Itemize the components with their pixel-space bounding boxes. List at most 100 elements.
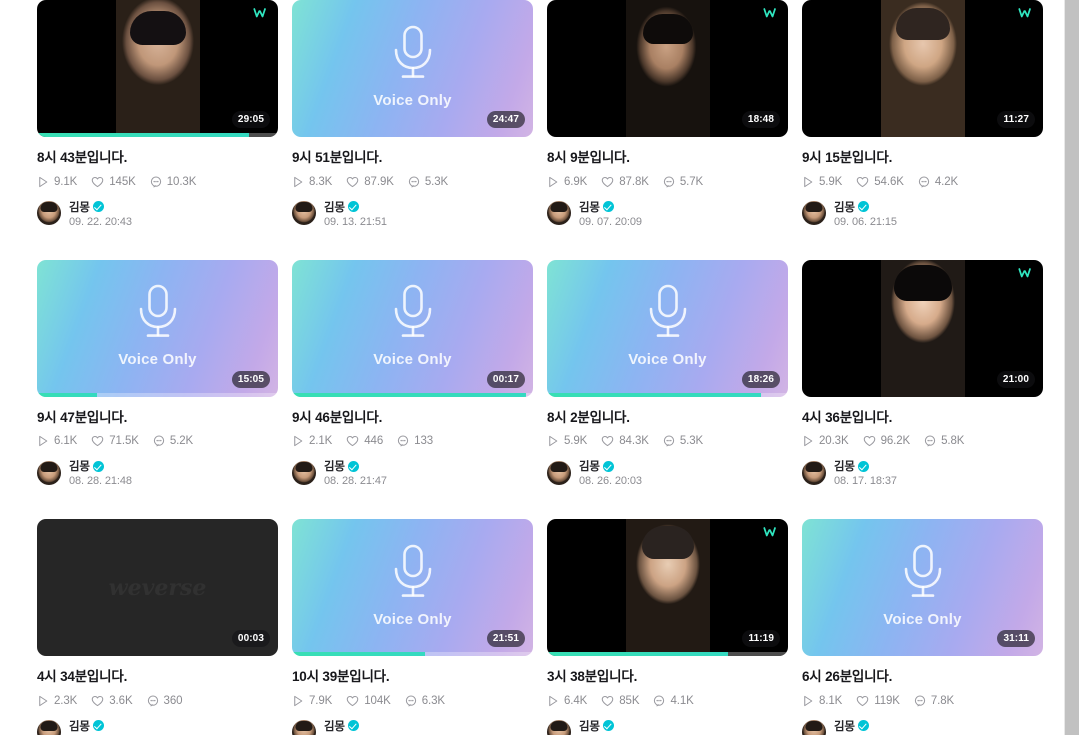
vertical-scrollbar-thumb[interactable] [1065,0,1079,735]
avatar[interactable] [37,720,61,735]
avatar[interactable] [547,460,571,485]
video-thumbnail[interactable]: weverse 00:03 [37,519,278,657]
author-name[interactable]: 김몽 [69,458,90,474]
author-row[interactable]: 김몽 09. 13. 21:51 [292,199,533,228]
heart-icon [91,176,104,188]
author-name[interactable]: 김몽 [324,458,345,474]
author-name[interactable]: 김몽 [579,458,600,474]
author-name[interactable]: 김몽 [579,718,600,734]
play-count-group: 9.1K [37,176,77,188]
video-title[interactable]: 8시 2분입니다. [547,409,788,427]
play-icon [37,695,49,707]
author-row[interactable]: 김몽 08. 28. 21:47 [292,458,533,487]
like-count: 87.9K [364,175,394,188]
author-row[interactable]: 김몽 09. 07. 20:09 [547,199,788,228]
video-card[interactable]: 11:19 3시 38분입니다. 6.4K 85K 4.1K 김몽08. 10. 16:3… [547,519,788,735]
video-thumbnail[interactable]: Voice Only 15:05 [37,259,278,397]
video-card[interactable]: Voice Only 31:11 6시 26분입니다. 8.1K 119K 7.8K 김몽0… [802,519,1043,735]
video-thumbnail[interactable]: Voice Only 21:51 [292,519,533,657]
video-title[interactable]: 9시 51분입니다. [292,149,533,167]
author-row[interactable]: 김몽 09. 22. 20:43 [37,199,278,228]
author-row[interactable]: 김몽08. 17. 18:35 [37,718,278,735]
video-title[interactable]: 4시 34분입니다. [37,668,278,686]
video-thumbnail[interactable]: 29:05 [37,0,278,137]
comment-count: 10.3K [166,175,197,188]
video-title[interactable]: 10시 39분입니다. [292,668,533,686]
watch-progress-track [37,133,278,137]
play-count: 20.3K [819,435,849,448]
avatar[interactable] [802,460,826,485]
author-name[interactable]: 김몽 [324,718,345,734]
video-stats: 2.3K 3.6K 360 [37,695,278,707]
comment-count: 5.2K [169,435,194,448]
video-stats: 20.3K 96.2K 5.8K [802,435,1043,447]
video-card[interactable]: 11:27 9시 15분입니다. 5.9K 54.6K 4.2K 김몽 09. 06. 21… [802,0,1043,260]
video-card[interactable]: Voice Only 15:05 9시 47분입니다. 6.1K 71.5K 5.2K 김몽… [37,259,278,520]
video-title[interactable]: 8시 43분입니다. [37,149,278,167]
video-card[interactable]: 18:48 8시 9분입니다. 6.9K 87.8K 5.7K 김몽 09. 07. 20:… [547,0,788,260]
author-row[interactable]: 김몽08. 10. 16:39 [547,718,788,735]
play-count: 8.1K [819,694,843,707]
like-count: 119K [874,694,900,707]
video-title[interactable]: 8시 9분입니다. [547,149,788,167]
author-name[interactable]: 김몽 [579,199,600,215]
video-thumbnail[interactable]: 11:19 [547,519,788,657]
comment-icon [408,176,420,188]
video-title[interactable]: 9시 47분입니다. [37,409,278,427]
author-name[interactable]: 김몽 [834,718,855,734]
avatar[interactable] [547,720,571,735]
video-title[interactable]: 4시 36분입니다. [802,409,1043,427]
voice-only-label: Voice Only [373,351,452,369]
microphone-icon [645,284,691,347]
video-card[interactable]: 21:00 4시 36분입니다. 20.3K 96.2K 5.8K 김몽 08. 17. 1… [802,259,1043,520]
avatar[interactable] [292,460,316,485]
like-count: 85K [619,694,640,707]
author-name[interactable]: 김몽 [834,458,855,474]
author-name[interactable]: 김몽 [69,718,90,734]
video-card[interactable]: Voice Only 18:26 8시 2분입니다. 5.9K 84.3K 5.3K 김몽 0… [547,259,788,520]
author-name[interactable]: 김몽 [834,199,855,215]
verified-badge-icon [92,720,104,732]
avatar[interactable] [547,201,571,226]
play-count: 9.1K [54,175,78,188]
avatar[interactable] [802,720,826,735]
heart-icon [91,695,104,707]
heart-icon [346,176,359,188]
author-row[interactable]: 김몽08. 13. 22:40 [292,718,533,735]
author-name[interactable]: 김몽 [69,199,90,215]
author-row[interactable]: 김몽 09. 06. 21:15 [802,199,1043,228]
avatar[interactable] [37,201,61,226]
avatar[interactable] [292,720,316,735]
duration-badge: 24:47 [486,111,525,128]
video-thumbnail[interactable]: Voice Only 24:47 [292,0,533,137]
voice-only-label: Voice Only [883,610,962,628]
author-row[interactable]: 김몽 08. 28. 21:48 [37,458,278,487]
avatar[interactable] [802,201,826,226]
video-thumbnail[interactable]: 21:00 [802,259,1043,397]
author-row[interactable]: 김몽08. 08. 18:26 [802,718,1043,735]
video-title[interactable]: 9시 46분입니다. [292,409,533,427]
video-thumbnail[interactable]: Voice Only 31:11 [802,519,1043,657]
vertical-scrollbar-track[interactable] [1064,0,1080,735]
video-card[interactable]: 29:05 8시 43분입니다. 9.1K 145K 10.3K 김몽 09. 22. 20… [37,0,278,260]
avatar[interactable] [37,460,61,485]
video-thumbnail[interactable]: 11:27 [802,0,1043,137]
video-title[interactable]: 6시 26분입니다. [802,668,1043,686]
video-card[interactable]: weverse 00:03 4시 34분입니다. 2.3K 3.6K 360 김몽08. 1… [37,519,278,735]
video-title[interactable]: 9시 15분입니다. [802,149,1043,167]
comment-count-group: 5.7K [663,176,703,188]
like-count: 71.5K [109,435,139,448]
video-card[interactable]: Voice Only 21:51 10시 39분입니다. 7.9K 104K 6.3K 김몽… [292,519,533,735]
video-thumbnail[interactable]: 18:48 [547,0,788,137]
author-row[interactable]: 김몽 08. 17. 18:37 [802,458,1043,487]
video-card[interactable]: Voice Only 00:17 9시 46분입니다. 2.1K 446 133 김몽 08.… [292,259,533,520]
author-name[interactable]: 김몽 [324,199,345,215]
video-thumbnail[interactable]: Voice Only 00:17 [292,259,533,397]
avatar[interactable] [292,201,316,226]
comment-count: 133 [414,435,434,448]
video-card[interactable]: Voice Only 24:47 9시 51분입니다. 8.3K 87.9K 5.3K 김몽… [292,0,533,260]
like-count: 84.3K [619,435,649,448]
video-thumbnail[interactable]: Voice Only 18:26 [547,259,788,397]
author-row[interactable]: 김몽 08. 26. 20:03 [547,458,788,487]
video-title[interactable]: 3시 38분입니다. [547,668,788,686]
